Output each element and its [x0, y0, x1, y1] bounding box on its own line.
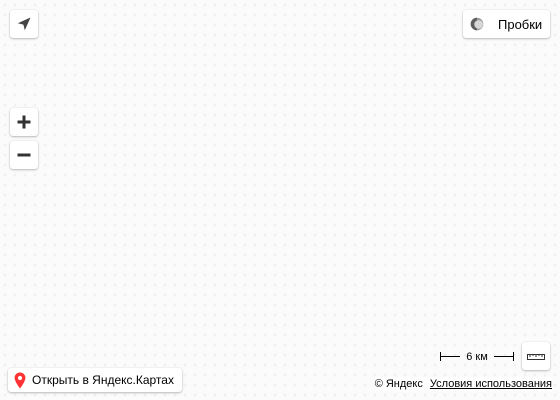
ruler-icon: [527, 351, 545, 361]
geolocation-button[interactable]: [10, 10, 38, 38]
scale-tick-right: [513, 352, 514, 361]
ruler-button[interactable]: [522, 342, 550, 370]
scale-label: 6 км: [466, 351, 488, 363]
plus-icon: [17, 115, 31, 129]
map-pin-icon: [14, 372, 26, 389]
zoom-out-button[interactable]: [10, 141, 38, 169]
attribution: © Яндекс Условия использования: [374, 377, 552, 391]
zoom-in-button[interactable]: [10, 108, 38, 136]
minus-icon: [17, 148, 31, 162]
scale-line-left: [440, 356, 460, 357]
traffic-button[interactable]: Пробки: [463, 10, 550, 38]
traffic-light-icon: [470, 17, 484, 31]
map-canvas[interactable]: Пробки 6 км Открыть в Яндекс.Картах © Ян…: [0, 0, 560, 400]
scale-bar: 6 км: [440, 350, 514, 364]
terms-of-use-link[interactable]: Условия использования: [430, 378, 552, 390]
traffic-label: Пробки: [498, 16, 543, 32]
open-in-yandex-maps-button[interactable]: Открыть в Яндекс.Картах: [8, 368, 182, 392]
arrow-navigation-icon: [16, 16, 32, 32]
scale-line-right: [494, 356, 514, 357]
open-in-yandex-maps-label: Открыть в Яндекс.Картах: [32, 373, 174, 387]
copyright-text: © Яндекс: [374, 378, 423, 390]
